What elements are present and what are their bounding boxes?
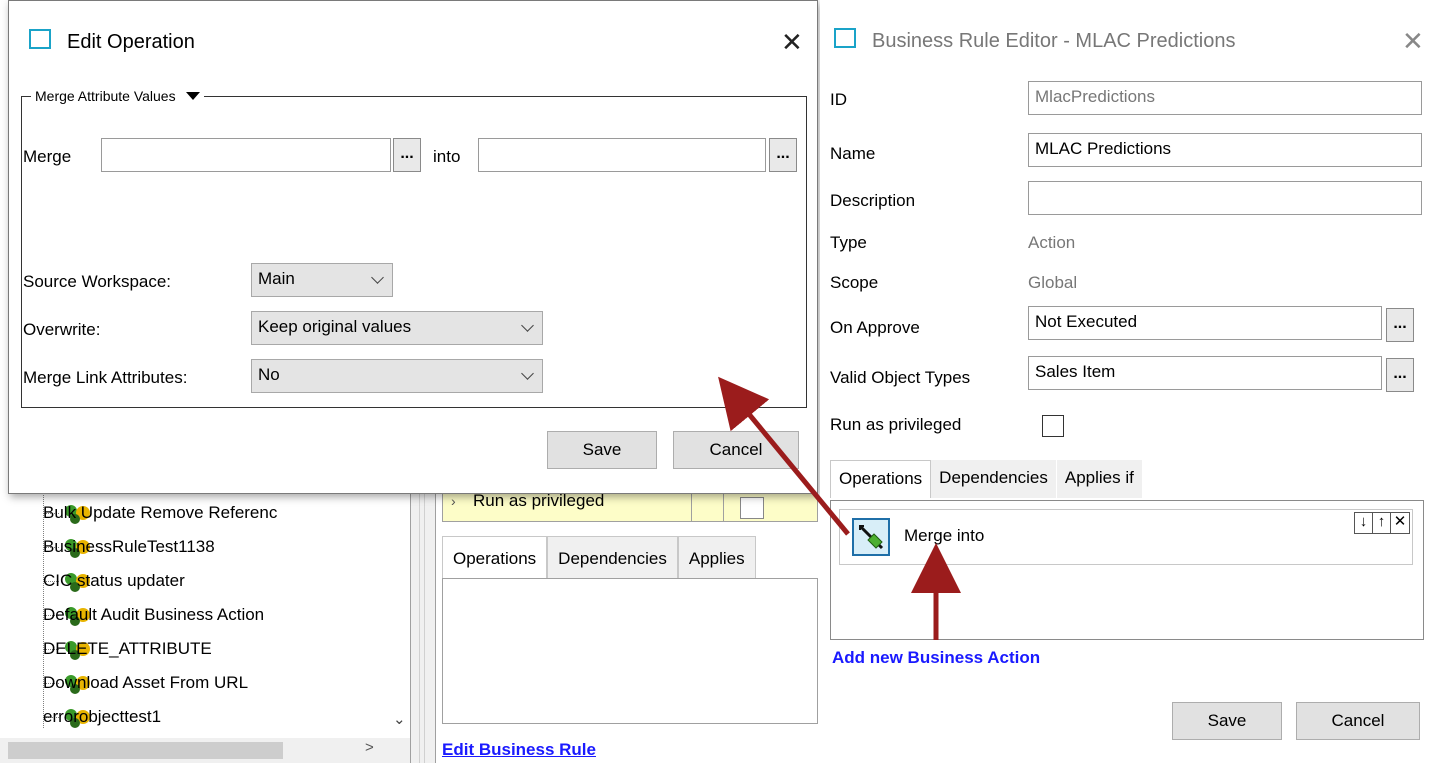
tree-item[interactable]: errorobjecttest1 — [43, 702, 161, 732]
operation-row[interactable]: Merge into ↓ ↑ ✕ — [839, 509, 1413, 565]
edit-business-rule-link[interactable]: Edit Business Rule — [442, 740, 596, 760]
scope-value: Global — [1028, 273, 1078, 292]
scrollbar-thumb[interactable] — [8, 742, 283, 759]
valid-object-types-field[interactable]: Sales Item — [1028, 356, 1382, 390]
window-icon — [29, 29, 51, 49]
run-as-privileged-label: Run as privileged — [830, 415, 962, 434]
scroll-right-icon[interactable]: > — [365, 739, 374, 756]
type-value: Action — [1028, 233, 1076, 252]
merge-source-browse-button[interactable]: ... — [393, 138, 421, 172]
tree-item-label: Download Asset From URL — [43, 673, 249, 692]
operations-panel — [442, 578, 818, 724]
into-label: into — [433, 147, 461, 166]
close-icon[interactable]: ✕ — [781, 29, 803, 55]
on-approve-browse-button[interactable]: ... — [1386, 308, 1414, 342]
tree-item[interactable]: BusinessRuleTest1138 — [43, 532, 215, 562]
save-button[interactable]: Save — [1172, 702, 1282, 740]
source-workspace-label: Source Workspace: — [23, 272, 172, 291]
editor-tabs: Operations Dependencies Applies if — [830, 460, 1143, 500]
type-label: Type — [830, 233, 867, 252]
tree-horizontal-scrollbar[interactable]: > — [0, 738, 410, 763]
business-rule-editor-dialog: Business Rule Editor - MLAC Predictions … — [820, 0, 1434, 763]
tree-item[interactable]: DELETE_ATTRIBUTE — [43, 634, 212, 664]
tree-item[interactable]: Default Audit Business Action — [43, 600, 264, 630]
delete-icon[interactable]: ✕ — [1391, 513, 1409, 533]
tree-item-label: BusinessRuleTest1138 — [43, 537, 215, 556]
tree-item-label: CIC status updater — [43, 571, 185, 590]
merge-link-attributes-label: Merge Link Attributes: — [23, 368, 188, 387]
chevron-down-icon — [521, 367, 534, 380]
tree-item-label: errorobjecttest1 — [43, 707, 162, 726]
window-icon — [834, 28, 856, 48]
on-approve-label: On Approve — [830, 318, 920, 337]
source-workspace-select[interactable]: Main — [251, 263, 393, 297]
name-label: Name — [830, 144, 876, 163]
dialog-title: Business Rule Editor - MLAC Predictions — [872, 30, 1236, 52]
operation-label: Merge into — [904, 526, 985, 545]
overwrite-select[interactable]: Keep original values — [251, 311, 543, 345]
dropdown-triangle-icon[interactable] — [185, 92, 200, 100]
operation-controls: ↓ ↑ ✕ — [1354, 512, 1410, 534]
merge-target-field[interactable] — [478, 138, 766, 172]
id-label: ID — [830, 90, 847, 109]
group-legend-label: Merge Attribute Values — [35, 88, 176, 104]
tab-dependencies[interactable]: Dependencies — [547, 536, 678, 578]
splitter[interactable] — [410, 490, 436, 763]
move-up-icon[interactable]: ↑ — [1373, 513, 1391, 533]
background-editor-panel: › Run as privileged Operations Dependenc… — [436, 490, 818, 763]
tree-item-label: DELETE_ATTRIBUTE — [43, 639, 212, 658]
run-as-privileged-label: Run as privileged — [473, 491, 605, 510]
run-as-privileged-row: › Run as privileged — [442, 490, 818, 522]
tab-applies[interactable]: Applies — [677, 536, 756, 578]
cancel-button[interactable]: Cancel — [673, 431, 799, 469]
tab-applies-if[interactable]: Applies if — [1056, 460, 1143, 498]
merge-target-browse-button[interactable]: ... — [769, 138, 797, 172]
tree-item[interactable]: Download Asset From URL — [43, 668, 248, 698]
close-icon[interactable]: ✕ — [1402, 28, 1424, 54]
business-rule-tree: Bulk Update Remove Referenc BusinessRule… — [0, 490, 410, 763]
valid-object-types-browse-button[interactable]: ... — [1386, 358, 1414, 392]
group-legend[interactable]: Merge Attribute Values — [31, 88, 204, 104]
merge-source-field[interactable] — [101, 138, 391, 172]
overwrite-label: Overwrite: — [23, 320, 101, 339]
run-as-privileged-checkbox[interactable] — [740, 497, 764, 519]
id-field[interactable]: MlacPredictions — [1028, 81, 1422, 115]
scope-label: Scope — [830, 273, 879, 292]
description-label: Description — [830, 191, 916, 210]
merge-link-attributes-select[interactable]: No — [251, 359, 543, 393]
valid-object-types-label: Valid Object Types — [830, 368, 971, 387]
operations-panel: Merge into ↓ ↑ ✕ — [830, 500, 1424, 640]
merge-operation-icon[interactable] — [852, 518, 890, 556]
scroll-down-icon[interactable]: ⌄ — [393, 710, 406, 728]
expand-icon[interactable]: › — [451, 493, 456, 509]
move-down-icon[interactable]: ↓ — [1355, 513, 1373, 533]
tab-operations[interactable]: Operations — [830, 460, 932, 498]
tree-item-label: Default Audit Business Action — [43, 605, 265, 624]
add-new-business-action-link[interactable]: Add new Business Action — [832, 648, 1040, 668]
merge-label: Merge — [23, 147, 72, 166]
tree-item[interactable]: Bulk Update Remove Referenc — [43, 498, 277, 528]
run-as-privileged-checkbox[interactable] — [1042, 415, 1064, 437]
on-approve-field[interactable]: Not Executed — [1028, 306, 1382, 340]
edit-operation-dialog: Edit Operation ✕ Merge Attribute Values … — [8, 0, 818, 494]
dialog-title: Edit Operation — [67, 31, 195, 53]
chevron-down-icon — [521, 319, 534, 332]
name-field[interactable]: MLAC Predictions — [1028, 133, 1422, 167]
tree-item-label: Bulk Update Remove Referenc — [43, 503, 278, 522]
tab-operations[interactable]: Operations — [442, 536, 548, 578]
description-field[interactable] — [1028, 181, 1422, 215]
cancel-button[interactable]: Cancel — [1296, 702, 1420, 740]
tree-item[interactable]: CIC status updater — [43, 566, 185, 596]
tree-vertical-scrollbar[interactable]: ⌄ — [388, 490, 410, 738]
chevron-down-icon — [371, 271, 384, 284]
background-tabs: Operations Dependencies Applies — [442, 536, 756, 578]
tab-dependencies[interactable]: Dependencies — [931, 460, 1057, 498]
save-button[interactable]: Save — [547, 431, 657, 469]
